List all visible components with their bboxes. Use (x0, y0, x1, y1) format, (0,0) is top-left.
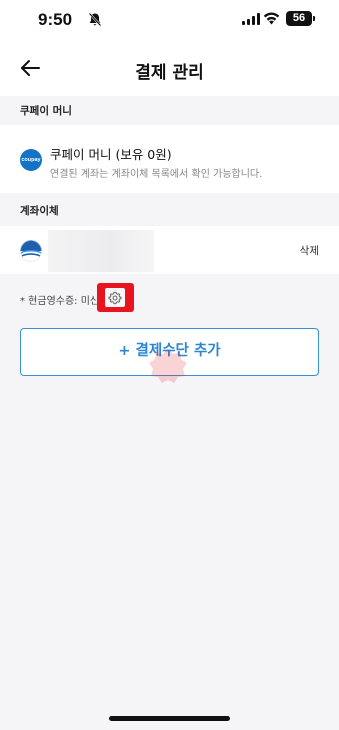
cash-receipt-settings-button[interactable] (97, 283, 134, 312)
section-header-bank-transfer: 계좌이체 (0, 196, 339, 226)
wifi-icon (263, 12, 280, 25)
status-time: 9:50 (38, 10, 73, 29)
coupay-money-row[interactable]: coupay 쿠페이 머니 (보유 0원) 연결된 계좌는 계좌이체 목록에서 … (0, 125, 339, 193)
cellular-signal-icon (242, 13, 260, 25)
bell-off-icon (88, 12, 102, 27)
bank-logo-icon (20, 240, 42, 262)
masked-account-info (48, 230, 154, 272)
status-bar: 9:50 56 (0, 0, 339, 40)
page-title: 결제 관리 (135, 63, 204, 83)
home-indicator (109, 716, 230, 721)
coupay-money-title: 쿠페이 머니 (보유 0원) (50, 147, 172, 162)
section-header-coupay-money: 쿠페이 머니 (0, 96, 339, 126)
app-header: 결제 관리 (0, 40, 339, 96)
coupay-logo: coupay (20, 149, 42, 171)
bank-account-row[interactable]: 삭제 (0, 226, 339, 274)
coupay-money-description: 연결된 계좌는 계좌이체 목록에서 확인 가능합니다. (50, 169, 263, 180)
payment-management-screen: 9:50 56 결제 관리 쿠페이 머니 coupay 쿠페이 머니 (보유 0… (0, 0, 339, 730)
battery-icon: 56 (286, 11, 315, 26)
gear-icon (108, 291, 122, 305)
delete-button[interactable]: 삭제 (300, 243, 319, 258)
cash-receipt-status: * 현금영수증: 미신 (20, 296, 100, 307)
add-payment-method-button[interactable]: + 결제수단 추가 (20, 328, 319, 376)
